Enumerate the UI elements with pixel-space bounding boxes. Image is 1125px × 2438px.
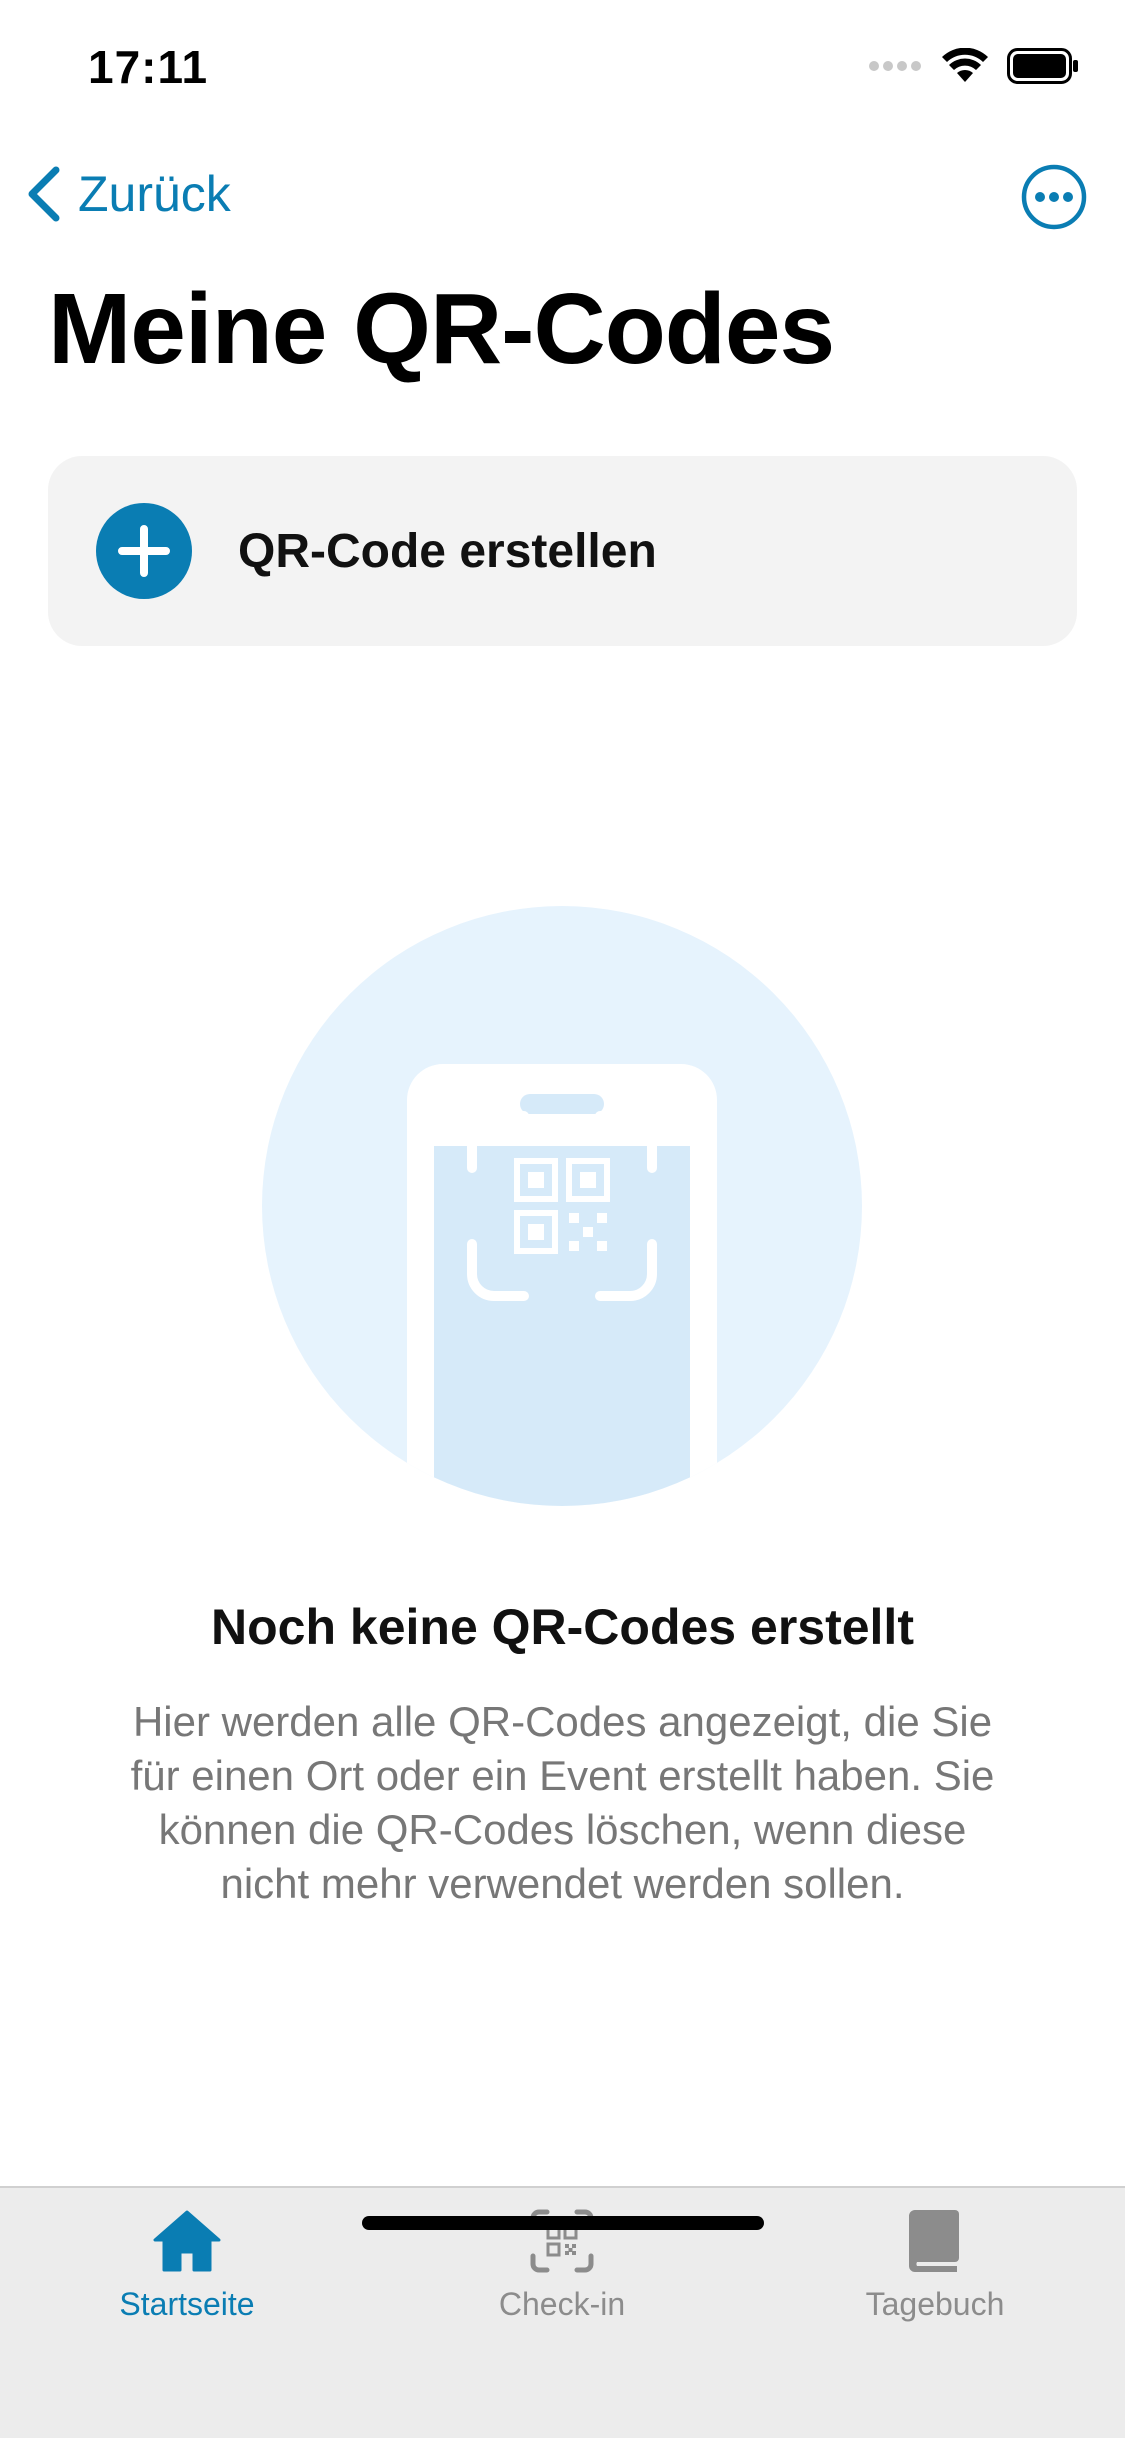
more-options-icon[interactable] [1021, 164, 1087, 230]
tab-label-check-in: Check-in [498, 2286, 626, 2322]
plus-circle-icon [96, 503, 192, 599]
status-time: 17:11 [88, 41, 209, 93]
wifi-icon [942, 48, 988, 82]
tab-tagebuch[interactable]: Tagebuch [795, 2208, 1075, 2348]
create-qr-code-button[interactable]: QR-Code erstellen [48, 456, 1077, 646]
tab-label-startseite: Startseite [119, 2286, 255, 2322]
home-icon [153, 2210, 221, 2272]
empty-state-title: Noch keine QR-Codes erstellt [211, 1599, 914, 1655]
battery-icon [1007, 48, 1078, 84]
book-icon [909, 2210, 959, 2272]
phone-qr-illustration [262, 906, 862, 1506]
chevron-left-icon [28, 166, 60, 222]
home-indicator [362, 2216, 764, 2230]
cellular-signal-icon [869, 61, 921, 71]
create-qr-code-label: QR-Code erstellen [238, 525, 657, 578]
tab-label-tagebuch: Tagebuch [865, 2286, 1005, 2322]
back-label: Zurück [78, 166, 231, 222]
back-button[interactable]: Zurück [24, 164, 231, 224]
page-title: Meine QR-Codes [48, 273, 835, 385]
status-icons [869, 48, 1079, 84]
tab-startseite[interactable]: Startseite [47, 2208, 327, 2348]
empty-state-description: Hier werden alle QR-Codes angezeigt, die… [130, 1698, 995, 1907]
navigation-bar: Zurück [0, 150, 1125, 250]
status-bar: 17:11 [0, 0, 1125, 140]
